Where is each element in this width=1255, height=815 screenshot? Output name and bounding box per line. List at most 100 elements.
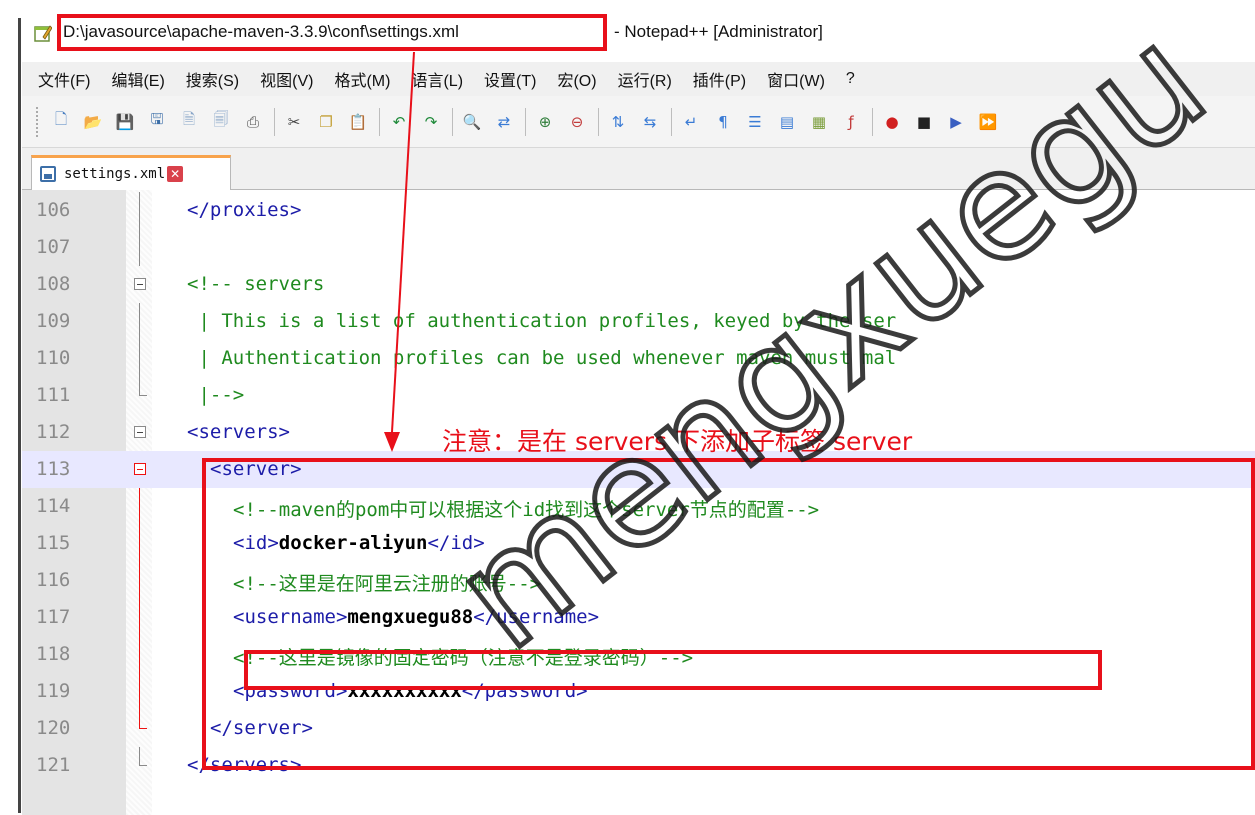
redo-button[interactable]: ↷: [418, 109, 444, 135]
toolbar-separator: [379, 107, 380, 136]
zoom-in-icon: ⊕: [538, 112, 552, 131]
fold-toggle-icon[interactable]: [134, 426, 146, 438]
new-file-button[interactable]: 🗋: [48, 109, 74, 135]
close-all-icon: 🗐: [213, 110, 229, 128]
new-file-icon: 🗋: [54, 110, 68, 128]
menu-item-9[interactable]: 插件(P): [693, 67, 746, 91]
menu-item-2[interactable]: 搜索(S): [186, 67, 239, 91]
notepad-app-icon: [34, 25, 52, 42]
zoom-out-icon: ⊖: [570, 112, 584, 131]
code-line[interactable]: 107: [22, 229, 1255, 266]
fold-guide: [139, 229, 140, 266]
annotation-box-password-comment: [244, 650, 1102, 690]
save-all-button[interactable]: 🖫: [144, 109, 170, 135]
line-number: 116: [36, 569, 71, 591]
fold-guide: [139, 525, 140, 562]
cut-button[interactable]: ✂: [281, 109, 307, 135]
menu-item-10[interactable]: 窗口(W): [767, 67, 825, 91]
code-line[interactable]: 106 </proxies>: [22, 192, 1255, 229]
menu-item-5[interactable]: 语言(L): [411, 67, 463, 91]
code-text: <servers>: [187, 421, 290, 443]
sync-horizontal-button[interactable]: ⇆: [637, 109, 663, 135]
menu-item-1[interactable]: 编辑(E): [111, 67, 164, 91]
save-button[interactable]: 💾: [112, 109, 138, 135]
indent-guide-button[interactable]: ☰: [742, 109, 768, 135]
record-macro-icon: ●: [885, 112, 899, 131]
fold-guide: [139, 636, 140, 673]
menu-item-4[interactable]: 格式(M): [334, 67, 390, 91]
find-button[interactable]: 🔍: [459, 109, 485, 135]
cut-icon: ✂: [287, 112, 301, 131]
sync-vertical-button[interactable]: ⇅: [605, 109, 631, 135]
menu-item-7[interactable]: 宏(O): [557, 67, 596, 91]
open-file-button[interactable]: 📂: [80, 109, 106, 135]
replace-button[interactable]: ⇄: [491, 109, 517, 135]
code-line[interactable]: 109 | This is a list of authentication p…: [22, 303, 1255, 340]
fold-guide: [139, 303, 140, 340]
zoom-in-button[interactable]: ⊕: [532, 109, 558, 135]
code-line[interactable]: 111 |-->: [22, 377, 1255, 414]
play-macro-icon: ▶: [950, 112, 962, 131]
menu-item-3[interactable]: 视图(V): [260, 67, 313, 91]
xml-comment: <!-- servers: [187, 273, 325, 295]
code-text: </proxies>: [187, 199, 301, 221]
print-button[interactable]: ⎙: [240, 109, 266, 135]
toolbar-separator: [274, 107, 275, 136]
line-number: 112: [36, 421, 71, 443]
fold-guide: [139, 377, 140, 396]
menu-item-8[interactable]: 运行(R): [618, 67, 672, 91]
xml-comment: | Authentication profiles can be used wh…: [187, 347, 897, 369]
paste-icon: 📋: [348, 112, 368, 131]
zoom-out-button[interactable]: ⊖: [564, 109, 590, 135]
language-button[interactable]: ▤: [774, 109, 800, 135]
toolbar-separator: [598, 107, 599, 136]
line-number: 113: [36, 458, 71, 480]
close-file-button[interactable]: 🗎: [176, 109, 202, 135]
line-number: 120: [36, 717, 71, 739]
tab-close-icon[interactable]: ✕: [167, 166, 184, 182]
menu-item-0[interactable]: 文件(F): [38, 67, 90, 91]
close-all-button[interactable]: 🗐: [208, 109, 234, 135]
menu-item-11[interactable]: ?: [846, 70, 855, 88]
code-text: <!-- servers: [187, 273, 324, 295]
undo-icon: ↶: [392, 112, 406, 131]
toolbar-separator: [872, 107, 873, 136]
fold-guide-tick: [139, 395, 147, 396]
line-number: 114: [36, 495, 71, 517]
show-all-chars-button[interactable]: ¶: [710, 109, 736, 135]
sync-vertical-icon: ⇅: [611, 112, 625, 131]
fold-toggle-icon[interactable]: [134, 463, 146, 475]
code-line[interactable]: 108 <!-- servers: [22, 266, 1255, 303]
stop-macro-button[interactable]: ■: [911, 109, 937, 135]
fold-guide: [139, 488, 140, 525]
line-number: 121: [36, 754, 71, 776]
line-number: 118: [36, 643, 71, 665]
fold-guide: [139, 673, 140, 710]
undo-button[interactable]: ↶: [386, 109, 412, 135]
tab-settings-xml[interactable]: settings.xml ✕: [31, 155, 231, 190]
fold-guide-tick: [139, 728, 147, 729]
function-list-button[interactable]: ƒ: [838, 109, 864, 135]
copy-button[interactable]: ❐: [313, 109, 339, 135]
word-wrap-button[interactable]: ↵: [678, 109, 704, 135]
run-macro-multiple-button[interactable]: ⏩: [975, 109, 1001, 135]
fold-toggle-icon[interactable]: [134, 278, 146, 290]
saved-file-icon: [40, 166, 56, 182]
line-number: 107: [36, 236, 71, 258]
xml-comment: | This is a list of authentication profi…: [187, 310, 897, 332]
document-map-button[interactable]: ▦: [806, 109, 832, 135]
code-line[interactable]: 110 | Authentication profiles can be use…: [22, 340, 1255, 377]
open-file-icon: 📂: [83, 112, 103, 131]
paste-button[interactable]: 📋: [345, 109, 371, 135]
fold-guide: [139, 340, 140, 377]
toolbar-separator: [525, 107, 526, 136]
toolbar-grip[interactable]: [36, 106, 40, 137]
record-macro-button[interactable]: ●: [879, 109, 905, 135]
line-number: 109: [36, 310, 71, 332]
redo-icon: ↷: [424, 112, 438, 131]
play-macro-button[interactable]: ▶: [943, 109, 969, 135]
annotation-note: 注意：是在 servers 下添加子标签 server: [442, 427, 913, 456]
fold-guide: [139, 562, 140, 599]
sync-horizontal-icon: ⇆: [643, 112, 657, 131]
menu-item-6[interactable]: 设置(T): [484, 67, 536, 91]
